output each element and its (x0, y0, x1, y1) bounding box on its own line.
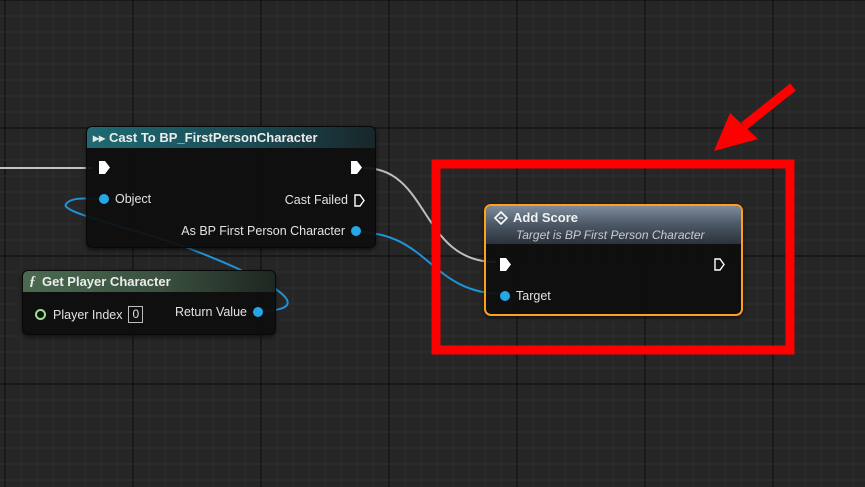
add-score-title: Add Score (513, 210, 579, 225)
return-value-label: Return Value (174, 305, 247, 319)
exec-out-hollow-icon (354, 193, 365, 207)
target-pin-dot[interactable] (500, 291, 510, 301)
as-pin-dot[interactable] (351, 226, 361, 236)
object-pin-dot[interactable] (99, 194, 109, 204)
player-index-pin-ring[interactable] (35, 309, 46, 320)
player-index-input[interactable]: 0 (128, 306, 144, 323)
event-diamond-icon (494, 210, 508, 225)
cast-failed-label: Cast Failed (284, 193, 348, 207)
function-f-icon: ƒ (29, 273, 36, 289)
add-score-node[interactable]: Add Score Target is BP First Person Char… (484, 204, 743, 316)
add-score-exec-out-pin[interactable] (714, 258, 725, 271)
cast-node-header[interactable]: ▸▸ Cast To BP_FirstPersonCharacter (87, 127, 375, 148)
cast-node-title: Cast To BP_FirstPersonCharacter (109, 130, 318, 145)
add-score-target-pin[interactable]: Target (500, 289, 551, 303)
cast-as-pin[interactable]: As BP First Person Character (181, 224, 361, 238)
as-pin-label: As BP First Person Character (181, 224, 345, 238)
exec-in-icon (99, 161, 110, 174)
add-score-exec-in-pin[interactable] (500, 258, 511, 271)
exec-in-icon (500, 258, 511, 271)
cast-arrows-icon: ▸▸ (93, 130, 106, 145)
target-pin-label: Target (516, 289, 551, 303)
add-score-node-header[interactable]: Add Score Target is BP First Person Char… (486, 206, 741, 244)
get-player-node-header[interactable]: ƒ Get Player Character (23, 271, 275, 292)
exec-out-hollow-icon (714, 258, 725, 271)
get-player-character-node[interactable]: ƒ Get Player Character Player Index 0 Re… (22, 270, 276, 335)
cast-exec-in-pin[interactable] (99, 161, 110, 174)
return-value-dot[interactable] (253, 307, 263, 317)
player-index-pin[interactable]: Player Index 0 (35, 306, 144, 323)
add-score-subtitle: Target is BP First Person Character (516, 228, 705, 242)
get-player-node-title: Get Player Character (42, 274, 171, 289)
player-index-label: Player Index (53, 307, 123, 322)
cast-node[interactable]: ▸▸ Cast To BP_FirstPersonCharacter Objec… (86, 126, 376, 248)
cast-object-pin[interactable]: Object (99, 192, 151, 206)
exec-out-icon (351, 161, 362, 174)
return-value-pin[interactable]: Return Value (175, 305, 263, 319)
cast-exec-out-pin[interactable] (351, 161, 362, 174)
cast-failed-pin[interactable]: Cast Failed (285, 193, 365, 207)
object-pin-label: Object (115, 192, 152, 206)
